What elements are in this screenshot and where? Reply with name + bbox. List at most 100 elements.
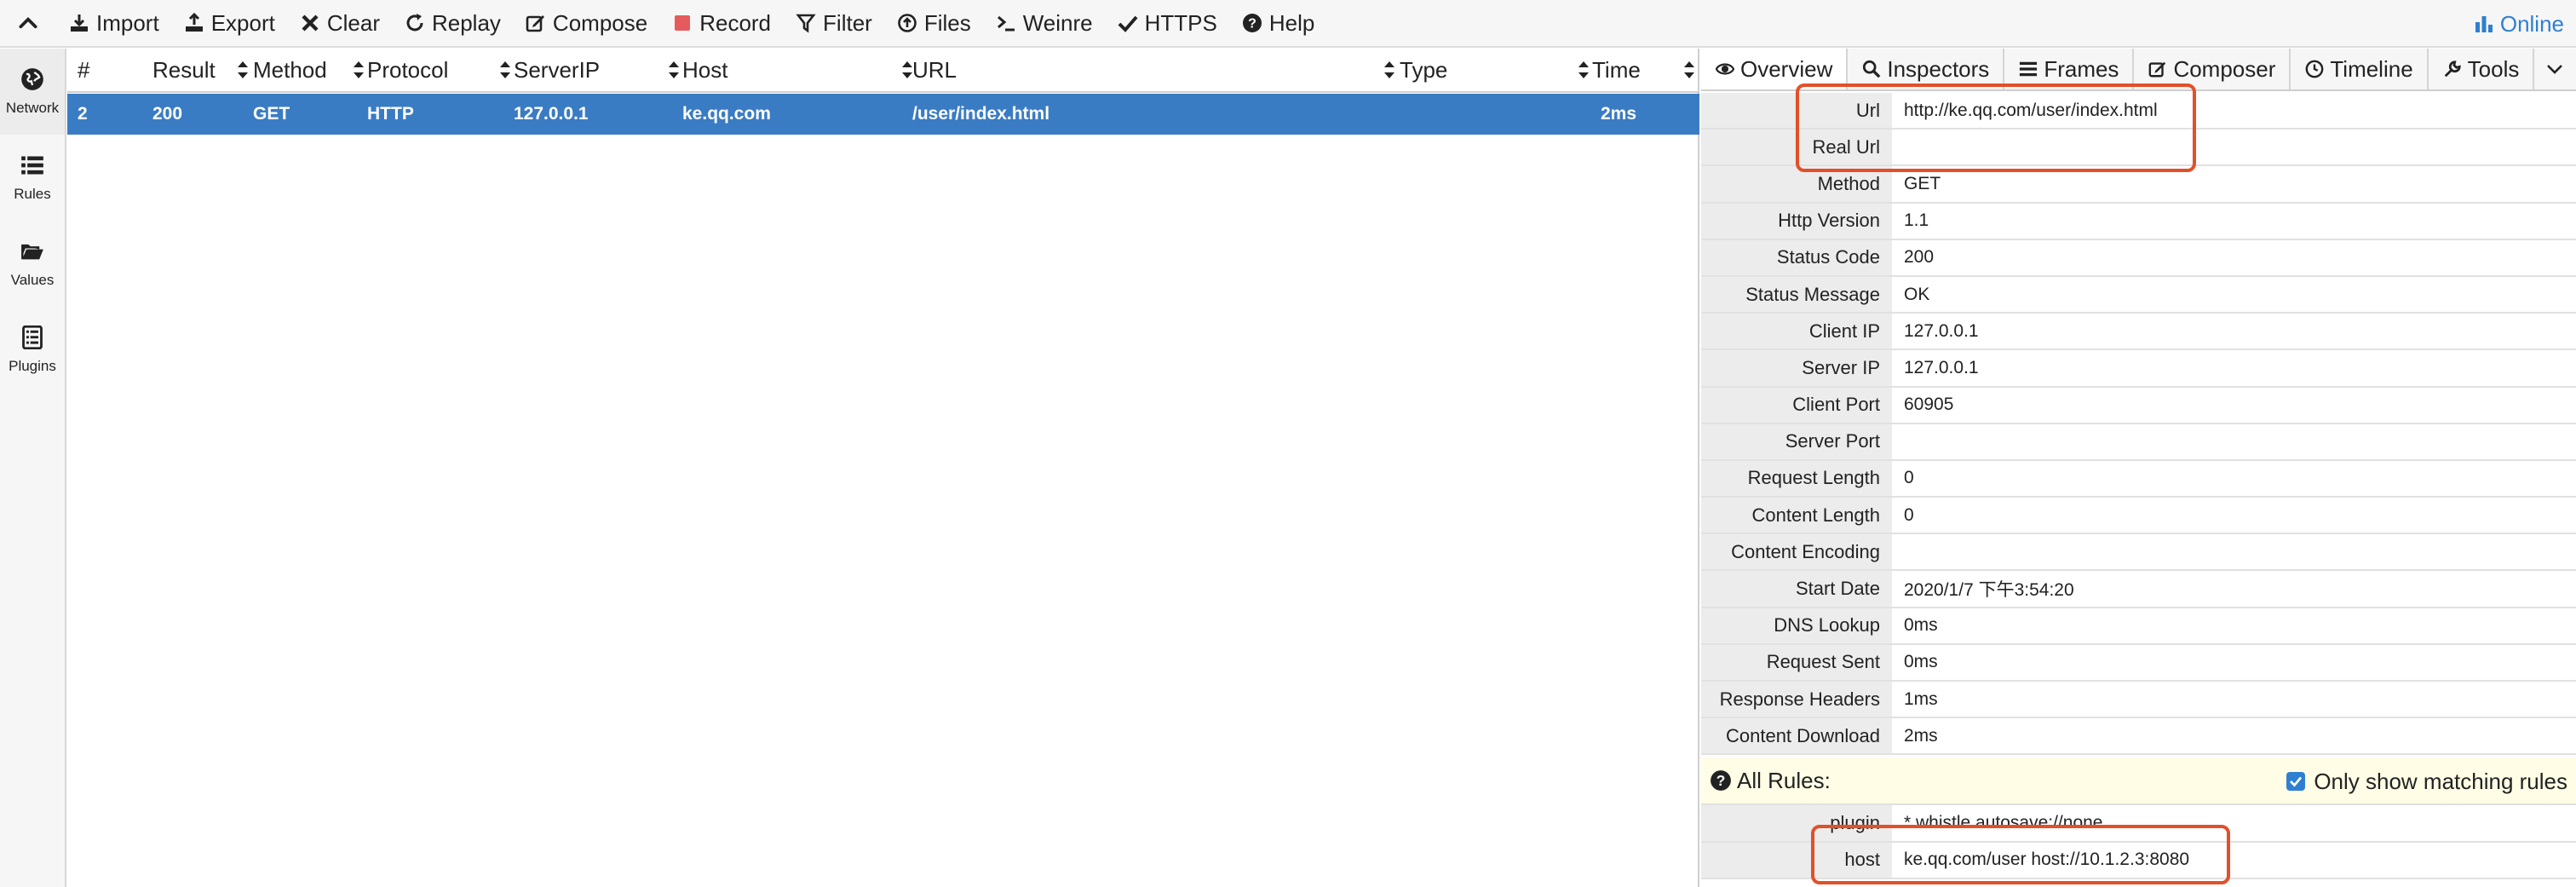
close-icon bbox=[299, 12, 321, 34]
files-button[interactable]: Files bbox=[884, 0, 983, 47]
folder-open-icon bbox=[21, 244, 43, 259]
cell-url: /user/index.html bbox=[912, 104, 1050, 124]
property-value: OK bbox=[1904, 284, 1930, 304]
property-row-real-url: Real Url bbox=[1701, 130, 2576, 167]
column-label: ServerIP bbox=[514, 56, 601, 83]
tab-inspectors[interactable]: Inspectors bbox=[1848, 49, 2005, 89]
property-key: Status Code bbox=[1701, 239, 1892, 275]
property-value: 2020/1/7 下午3:54:20 bbox=[1904, 580, 2074, 601]
record-label: Record bbox=[699, 9, 772, 36]
online-label: Online bbox=[2499, 10, 2564, 37]
compose-button[interactable]: Compose bbox=[513, 0, 659, 47]
import-button[interactable]: Import bbox=[56, 0, 171, 47]
record-icon bbox=[671, 12, 693, 34]
property-key: Http Version bbox=[1701, 203, 1892, 239]
filter-icon bbox=[795, 12, 817, 34]
sort-icon bbox=[1684, 61, 1694, 78]
column-label: Host bbox=[682, 56, 728, 83]
property-key: Method bbox=[1701, 166, 1892, 202]
checkbox-checked-icon[interactable] bbox=[2286, 772, 2306, 791]
column-header-url[interactable]: URL bbox=[912, 48, 1400, 92]
tab-label: Composer bbox=[2173, 55, 2276, 82]
tab-frames[interactable]: Frames bbox=[2004, 49, 2135, 89]
property-key: Client IP bbox=[1701, 314, 1892, 349]
property-row-server-ip: Server IP 127.0.0.1 bbox=[1701, 350, 2576, 388]
export-button[interactable]: Export bbox=[171, 0, 287, 47]
eye-icon bbox=[1715, 59, 1735, 79]
sort-icon bbox=[500, 61, 510, 78]
property-row-server-port: Server Port bbox=[1701, 423, 2576, 461]
tab-timeline[interactable]: Timeline bbox=[2291, 49, 2429, 89]
property-row-start-date: Start Date 2020/1/7 下午3:54:20 bbox=[1701, 571, 2576, 608]
cell-num: 2 bbox=[78, 104, 88, 124]
tabs-more-button[interactable] bbox=[2534, 49, 2575, 89]
property-row-request-sent: Request Sent 0ms bbox=[1701, 644, 2576, 682]
export-icon bbox=[183, 12, 205, 34]
record-button[interactable]: Record bbox=[659, 0, 783, 47]
column-header-method[interactable]: Method bbox=[253, 48, 369, 92]
help-button[interactable]: ? Help bbox=[1229, 0, 1326, 47]
column-header-num[interactable]: # bbox=[78, 48, 146, 92]
sidebar-item-network[interactable]: Network bbox=[0, 49, 65, 135]
replay-label: Replay bbox=[431, 9, 501, 36]
search-icon bbox=[1861, 59, 1882, 79]
tab-label: Overview bbox=[1740, 55, 1833, 82]
property-value: 1ms bbox=[1904, 688, 1938, 709]
plugin-list-icon bbox=[22, 325, 43, 349]
rule-row-host: host ke.qq.com/user host://10.1.2.3:8080 bbox=[1701, 842, 2576, 879]
left-sidebar: Network Rules Values Plugins bbox=[0, 49, 66, 887]
tab-tools[interactable]: Tools bbox=[2429, 49, 2535, 89]
column-label: Time bbox=[1592, 56, 1641, 83]
rule-value: * whistle.autosave://none bbox=[1904, 812, 2103, 832]
column-header-result[interactable]: Result bbox=[152, 48, 253, 92]
help-icon[interactable]: ? bbox=[1710, 769, 1732, 792]
filter-button[interactable]: Filter bbox=[783, 0, 884, 47]
refresh-icon bbox=[404, 12, 426, 34]
https-button[interactable]: HTTPS bbox=[1105, 0, 1229, 47]
column-header-type[interactable]: Type bbox=[1400, 48, 1594, 92]
detail-panel: Overview Inspectors Frames Composer Time… bbox=[1701, 49, 2576, 887]
weinre-button[interactable]: Weinre bbox=[983, 0, 1105, 47]
tab-label: Timeline bbox=[2330, 55, 2413, 82]
property-key: Response Headers bbox=[1701, 682, 1892, 717]
column-label: Result bbox=[152, 56, 216, 83]
clear-button[interactable]: Clear bbox=[287, 0, 392, 47]
terminal-icon bbox=[995, 12, 1017, 34]
bar-chart-icon bbox=[2474, 14, 2494, 34]
edit-icon bbox=[2148, 59, 2168, 79]
property-value: 200 bbox=[1904, 247, 1935, 268]
table-row[interactable]: 2 200 GET HTTP 127.0.0.1 ke.qq.com /user… bbox=[67, 94, 1699, 135]
tab-composer[interactable]: Composer bbox=[2134, 49, 2291, 89]
sidebar-item-plugins[interactable]: Plugins bbox=[0, 307, 65, 393]
bars-icon bbox=[2018, 59, 2038, 79]
https-label: HTTPS bbox=[1144, 9, 1217, 36]
sidebar-item-label: Values bbox=[10, 271, 55, 288]
property-value bbox=[1892, 534, 2576, 569]
online-status[interactable]: Online bbox=[2474, 0, 2564, 48]
sidebar-item-label: Plugins bbox=[9, 357, 56, 374]
cell-result: 200 bbox=[152, 104, 183, 124]
property-value: 1.1 bbox=[1904, 210, 1929, 231]
network-list: # Result Method Protocol ServerIP Host U… bbox=[67, 49, 1699, 887]
property-key: Content Length bbox=[1701, 498, 1892, 533]
column-header-time[interactable]: Time bbox=[1592, 48, 1699, 92]
property-value bbox=[1892, 130, 2576, 164]
column-header-host[interactable]: Host bbox=[682, 48, 917, 92]
column-header-protocol[interactable]: Protocol bbox=[367, 48, 515, 92]
compose-label: Compose bbox=[552, 9, 648, 36]
network-list-header: # Result Method Protocol ServerIP Host U… bbox=[67, 49, 1698, 93]
sidebar-item-rules[interactable]: Rules bbox=[0, 135, 65, 221]
sidebar-item-values[interactable]: Values bbox=[0, 221, 65, 307]
property-row-content-length: Content Length 0 bbox=[1701, 498, 2576, 535]
column-header-server-ip[interactable]: ServerIP bbox=[514, 48, 684, 92]
cell-host: ke.qq.com bbox=[682, 104, 771, 124]
property-value: 0 bbox=[1904, 468, 1914, 488]
tab-overview[interactable]: Overview bbox=[1701, 49, 1849, 89]
property-row-client-ip: Client IP 127.0.0.1 bbox=[1701, 314, 2576, 351]
property-key: Start Date bbox=[1701, 571, 1892, 607]
sidebar-item-label: Network bbox=[5, 99, 60, 116]
only-matching-rules-checkbox[interactable]: Only show matching rules bbox=[2286, 757, 2567, 805]
collapse-toolbar-button[interactable] bbox=[0, 0, 56, 47]
help-icon: ? bbox=[1241, 12, 1263, 34]
replay-button[interactable]: Replay bbox=[392, 0, 513, 47]
